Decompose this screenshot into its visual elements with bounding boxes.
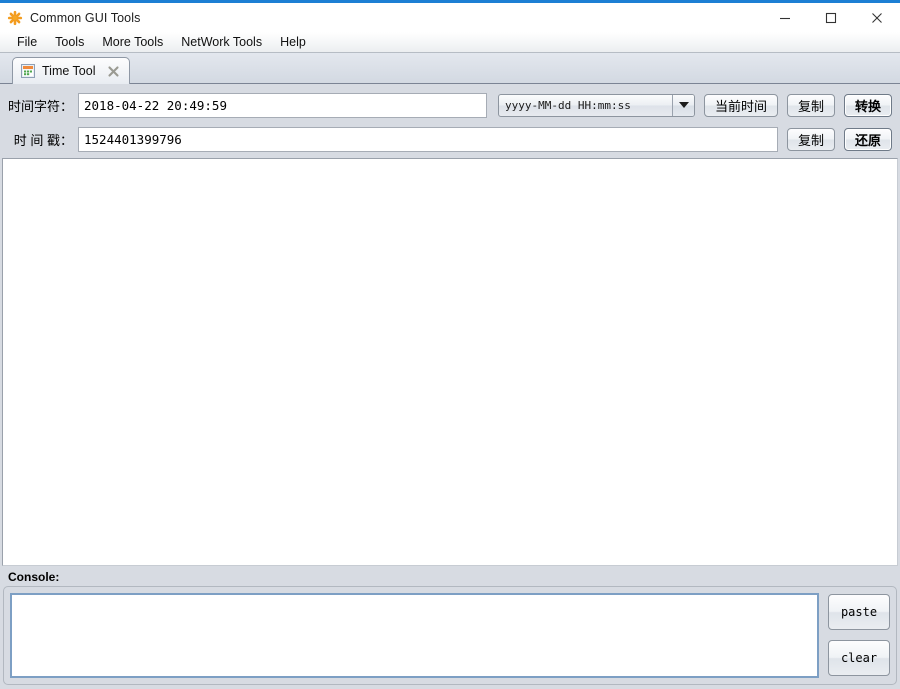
close-icon <box>872 12 882 23</box>
console-label: Console: <box>8 570 60 584</box>
paste-button[interactable]: paste <box>828 594 890 630</box>
time-string-row: 时间字符： 2018-04-22 20:49:59 yyyy-MM-dd HH:… <box>0 90 900 120</box>
copy-time-string-button[interactable]: 复制 <box>787 93 835 117</box>
format-select[interactable]: yyyy-MM-dd HH:mm:ss <box>498 93 695 117</box>
current-time-button[interactable]: 当前时间 <box>704 93 778 117</box>
title-bar: Common GUI Tools <box>0 3 900 32</box>
window-title: Common GUI Tools <box>30 10 141 25</box>
console-buttons: paste clear <box>828 593 890 678</box>
tab-content-time-tool: 时间字符： 2018-04-22 20:49:59 yyyy-MM-dd HH:… <box>0 84 900 689</box>
maximize-button[interactable] <box>808 3 854 32</box>
restore-button[interactable]: 还原 <box>844 127 892 151</box>
chevron-down-icon[interactable] <box>672 94 694 116</box>
copy-timestamp-button[interactable]: 复制 <box>787 127 835 151</box>
timestamp-label: 时 间 戳： <box>13 132 73 148</box>
timestamp-input[interactable]: 1524401399796 <box>78 126 778 152</box>
menu-bar: File Tools More Tools NetWork Tools Help <box>0 32 900 53</box>
timestamp-row: 时 间 戳： 1524401399796 复制 还原 <box>0 124 900 154</box>
menu-item-help[interactable]: Help <box>271 33 315 51</box>
menu-item-more-tools[interactable]: More Tools <box>93 33 172 51</box>
minimize-button[interactable] <box>762 3 808 32</box>
convert-button[interactable]: 转换 <box>844 93 892 117</box>
menu-item-tools[interactable]: Tools <box>46 33 93 51</box>
window-controls <box>762 3 900 32</box>
close-button[interactable] <box>854 3 900 32</box>
console-panel: paste clear <box>3 586 897 685</box>
tab-time-tool[interactable]: Time Tool <box>12 57 130 84</box>
tab-strip: Time Tool <box>0 53 900 84</box>
menu-item-file[interactable]: File <box>8 33 46 51</box>
calendar-icon <box>21 64 35 78</box>
clear-button[interactable]: clear <box>828 640 890 676</box>
minimize-icon <box>780 17 790 19</box>
console-textarea[interactable] <box>10 593 819 678</box>
time-string-input[interactable]: 2018-04-22 20:49:59 <box>78 92 487 118</box>
application-window: Common GUI Tools File Tools More Tools N… <box>0 0 900 689</box>
output-panel[interactable] <box>2 158 898 566</box>
format-select-value: yyyy-MM-dd HH:mm:ss <box>505 98 631 112</box>
time-string-label: 时间字符： <box>7 98 73 114</box>
maximize-icon <box>825 12 837 23</box>
tab-close-icon[interactable] <box>107 65 120 78</box>
menu-item-network-tools[interactable]: NetWork Tools <box>172 33 271 51</box>
asterisk-icon <box>7 10 23 26</box>
tab-label: Time Tool <box>42 64 96 78</box>
